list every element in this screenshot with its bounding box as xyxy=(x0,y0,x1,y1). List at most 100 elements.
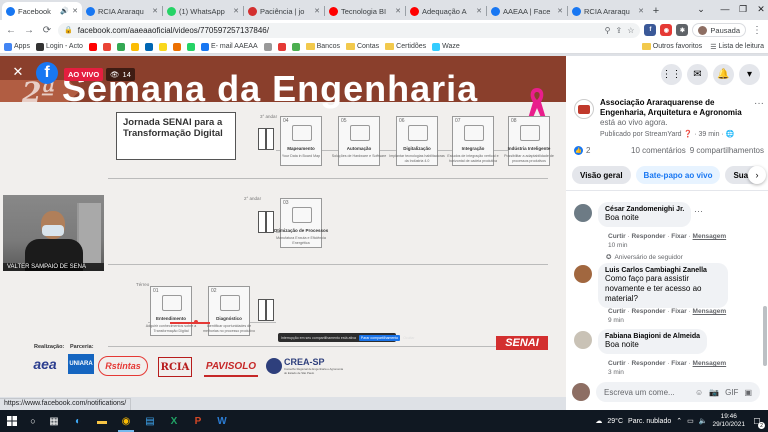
messenger-icon[interactable]: ✉ xyxy=(687,63,708,85)
like-action[interactable]: Curtir xyxy=(608,233,626,240)
close-tab-icon[interactable]: ✕ xyxy=(233,7,239,15)
account-dropdown-icon[interactable]: ▾ xyxy=(739,63,760,85)
share-icon[interactable]: ⇪ xyxy=(616,26,623,35)
comment-time[interactable]: 3 min xyxy=(608,369,624,376)
tab-overview[interactable]: Visão geral xyxy=(572,166,631,184)
file-explorer-icon[interactable]: ▬ xyxy=(90,410,114,432)
comments-count[interactable]: 10 comentários xyxy=(631,146,686,155)
shares-count[interactable]: 9 compartilhamentos xyxy=(690,146,764,155)
extension-icon[interactable]: ◉ xyxy=(660,24,673,36)
bookmark-item[interactable]: Login - Acto xyxy=(35,42,83,51)
tab-search-icon[interactable]: ⌄ xyxy=(688,0,714,18)
browser-tab[interactable]: AAEAA | Face ✕ xyxy=(487,2,567,20)
close-video-icon[interactable]: ✕ xyxy=(10,64,26,80)
bookmark-item[interactable] xyxy=(158,42,167,51)
gif-icon[interactable]: GIF xyxy=(725,388,738,397)
star-icon[interactable]: ☆ xyxy=(627,26,634,35)
bookmark-item[interactable] xyxy=(102,42,111,51)
store-icon[interactable]: ▤ xyxy=(138,410,162,432)
extensions-puzzle-icon[interactable]: ✱ xyxy=(676,24,689,36)
message-action[interactable]: Mensagem xyxy=(693,233,727,240)
commenter-name[interactable]: Fabiana Biagioni de Almeida xyxy=(605,333,700,340)
like-action[interactable]: Curtir xyxy=(608,308,626,315)
address-bar[interactable]: 🔒 facebook.com/aaeaaoficial/videos/77059… xyxy=(58,22,641,38)
emoji-icon[interactable]: ☺ xyxy=(695,388,703,397)
bookmark-item[interactable]: Apps xyxy=(4,42,30,51)
url-text[interactable]: facebook.com/aaeaaoficial/videos/7705972… xyxy=(78,26,600,35)
other-bookmarks[interactable]: Outros favoritos xyxy=(641,43,702,51)
video-player[interactable]: 2ª Semana da Engenharia ✕ f AO VIVO 👁 14… xyxy=(0,56,566,397)
reaction-count[interactable]: 2 xyxy=(586,146,590,155)
hide-share-button[interactable]: Ocultar xyxy=(403,336,414,340)
speaker-icon[interactable]: 🔊 xyxy=(60,7,69,15)
notifications-icon[interactable]: ☐ 2 xyxy=(750,414,765,429)
close-tab-icon[interactable]: ✕ xyxy=(557,7,563,15)
panel-scrollbar[interactable] xyxy=(763,306,767,366)
commenter-avatar[interactable] xyxy=(574,204,592,222)
windows-start-icon[interactable] xyxy=(0,410,24,432)
browser-tab[interactable]: Tecnologia BI ✕ xyxy=(325,2,405,20)
bookmark-item[interactable]: E- mail AAEAA xyxy=(200,42,258,51)
bookmark-item[interactable] xyxy=(277,42,286,51)
comment-input[interactable]: Escreva um come... ☺ 📷 GIF ▣ xyxy=(596,382,760,402)
stop-sharing-button[interactable]: Parar compartilhamento xyxy=(358,334,401,341)
browser-tab[interactable]: Paciência | jo ✕ xyxy=(244,2,324,20)
reply-action[interactable]: Responder xyxy=(631,360,665,367)
commenter-avatar[interactable] xyxy=(574,331,592,349)
bookmark-item[interactable] xyxy=(263,42,272,51)
comment-time[interactable]: 9 min xyxy=(608,317,624,324)
back-icon[interactable]: ← xyxy=(4,23,18,37)
close-tab-icon[interactable]: ✕ xyxy=(314,7,320,15)
reload-icon[interactable]: ⟳ xyxy=(40,23,54,37)
tab-live-chat[interactable]: Bate-papo ao vivo xyxy=(635,166,721,184)
reading-list[interactable]: ☰ Lista de leitura xyxy=(710,43,764,51)
powerpoint-icon[interactable]: P xyxy=(186,410,210,432)
browser-tab[interactable]: (1) WhatsApp ✕ xyxy=(163,2,243,20)
message-action[interactable]: Mensagem xyxy=(693,360,727,367)
page-avatar[interactable] xyxy=(574,99,594,119)
notifications-icon[interactable]: 🔔 xyxy=(713,63,734,85)
bookmark-item[interactable] xyxy=(144,42,153,51)
close-tab-icon[interactable]: ✕ xyxy=(152,7,158,15)
forward-icon[interactable]: → xyxy=(22,23,36,37)
chrome-icon[interactable]: ◉ xyxy=(114,410,138,432)
sticker-icon[interactable]: ▣ xyxy=(744,388,752,397)
clock[interactable]: 19:46 29/10/2021 xyxy=(712,413,745,429)
word-icon[interactable]: W xyxy=(210,410,234,432)
time-ago[interactable]: 39 min xyxy=(698,131,719,138)
close-tab-icon[interactable]: ✕ xyxy=(476,7,482,15)
bookmark-item[interactable]: Waze xyxy=(432,42,460,51)
more-options-icon[interactable]: ··· xyxy=(754,98,764,109)
help-icon[interactable]: ❓ · xyxy=(684,131,699,138)
bookmark-item[interactable] xyxy=(291,42,300,51)
pin-action[interactable]: Fixar xyxy=(671,308,687,315)
page-name-link[interactable]: Associação Araraquarense de Engenharia, … xyxy=(600,98,742,117)
bookmark-item[interactable] xyxy=(130,42,139,51)
excel-icon[interactable]: X xyxy=(162,410,186,432)
reply-action[interactable]: Responder xyxy=(631,233,665,240)
network-icon[interactable]: ▭ xyxy=(687,417,694,425)
close-tab-icon[interactable]: ✕ xyxy=(638,7,644,15)
volume-icon[interactable]: 🔈 xyxy=(699,417,708,425)
commenter-name[interactable]: César Zandomenighi Jr. xyxy=(605,206,684,213)
close-tab-icon[interactable]: ✕ xyxy=(72,7,78,15)
lock-icon[interactable]: 🔒 xyxy=(64,26,73,34)
temperature[interactable]: 29°C xyxy=(607,418,623,425)
bookmark-item[interactable] xyxy=(186,42,195,51)
comment-placeholder[interactable]: Escreva um come... xyxy=(604,388,689,397)
browser-tab[interactable]: RCIA Araraqu ✕ xyxy=(568,2,648,20)
like-action[interactable]: Curtir xyxy=(608,360,626,367)
browser-tab[interactable]: RCIA Araraqu ✕ xyxy=(82,2,162,20)
commenter-name[interactable]: Luis Carlos Cambiaghi Zanella xyxy=(605,267,721,274)
pin-action[interactable]: Fixar xyxy=(671,233,687,240)
task-view-icon[interactable]: ▦ xyxy=(42,410,66,432)
chevron-right-icon[interactable]: › xyxy=(748,166,766,184)
profile-button[interactable]: Pausada xyxy=(692,23,746,37)
edge-icon[interactable]: ◐ xyxy=(66,410,90,432)
new-tab-icon[interactable]: + xyxy=(648,2,664,20)
commenter-avatar[interactable] xyxy=(574,265,592,283)
message-action[interactable]: Mensagem xyxy=(693,308,727,315)
search-icon[interactable]: ○ xyxy=(24,410,42,432)
pin-action[interactable]: Fixar xyxy=(671,360,687,367)
facebook-logo-icon[interactable]: f xyxy=(36,62,58,84)
